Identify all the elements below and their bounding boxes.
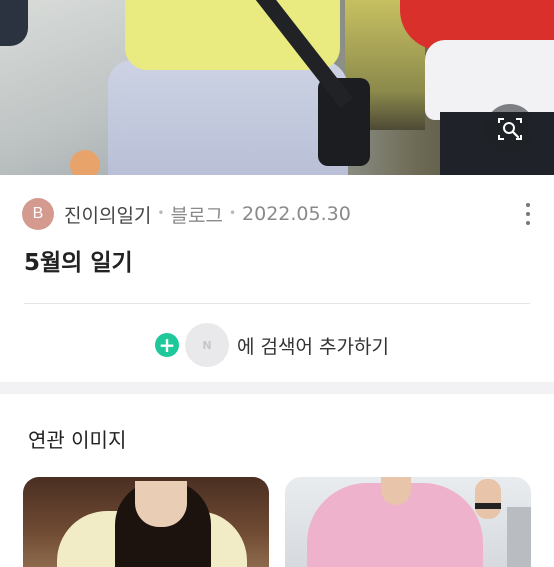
add-search-keyword-button[interactable]: + N 에 검색어 추가하기: [155, 322, 389, 368]
photo-detail: [475, 503, 501, 509]
photo-detail: [135, 481, 187, 527]
photo-detail: [0, 0, 28, 46]
related-images-heading: 연관 이미지: [28, 428, 127, 452]
photo-detail: [70, 150, 100, 175]
more-vertical-icon: [526, 203, 530, 207]
naver-logo-icon: N: [185, 323, 229, 367]
avatar[interactable]: B: [22, 198, 54, 230]
photo-detail: [507, 507, 531, 567]
more-vertical-icon: [526, 221, 530, 225]
photo-detail: [425, 40, 554, 120]
blog-name[interactable]: 진이의일기: [64, 201, 151, 228]
more-vertical-icon: [526, 212, 530, 216]
divider: [24, 303, 530, 304]
more-options-button[interactable]: [520, 203, 536, 225]
blog-type: 블로그: [170, 204, 223, 227]
post-photo[interactable]: [0, 0, 554, 175]
post-meta: B 진이의일기 • 블로그 • 2022.05.30: [22, 198, 542, 230]
post-title[interactable]: 5월의 일기: [24, 243, 133, 277]
section-divider: [0, 382, 554, 394]
plus-circle-icon: +: [155, 333, 179, 357]
add-search-label: 에 검색어 추가하기: [237, 335, 389, 358]
meta-separator: •: [228, 206, 237, 220]
image-search-button[interactable]: [485, 104, 535, 154]
meta-separator: •: [157, 206, 165, 220]
photo-detail: [108, 60, 348, 175]
image-search-icon: [498, 118, 522, 140]
photo-detail: [475, 479, 501, 519]
post-date: 2022.05.30: [242, 203, 351, 225]
